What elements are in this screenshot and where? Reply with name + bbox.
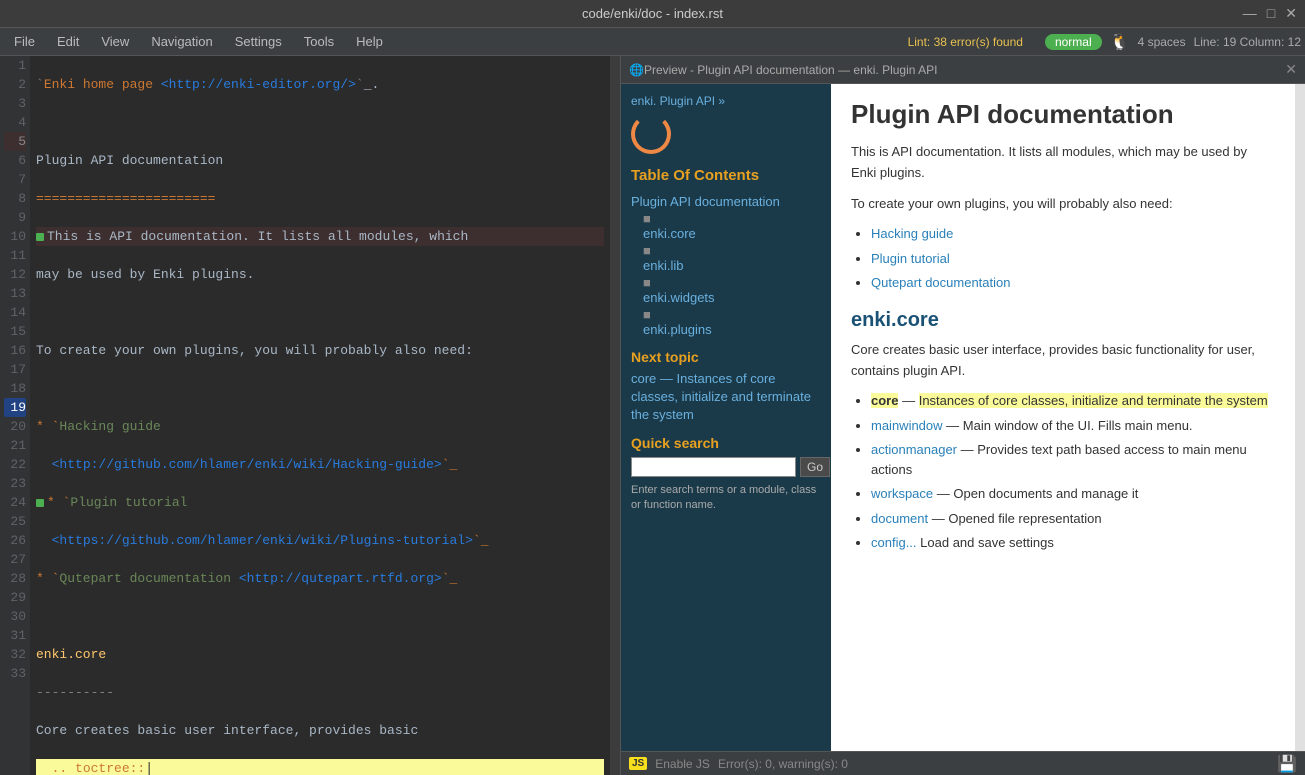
- doc-item-5-text: Load and save settings: [920, 535, 1054, 550]
- title-text: code/enki/doc - index.rst: [582, 6, 723, 21]
- mainwindow-link[interactable]: mainwindow: [871, 418, 943, 433]
- actionmanager-link[interactable]: actionmanager: [871, 442, 957, 457]
- doc-section-body: Core creates basic user interface, provi…: [851, 340, 1275, 382]
- preview-header: 🌐 Preview - Plugin API documentation — e…: [621, 56, 1305, 84]
- editor-scrollbar[interactable]: [610, 56, 620, 775]
- go-button[interactable]: Go: [800, 457, 830, 477]
- preview-pane: 🌐 Preview - Plugin API documentation — e…: [621, 56, 1305, 775]
- statusbar: JS Enable JS Error(s): 0, warning(s): 0 …: [621, 751, 1305, 775]
- core-highlight: core: [871, 393, 898, 408]
- editor-pane: 1234 5 6789 10111213 14151617 18 19 2021…: [0, 56, 620, 775]
- toc-sub-item-1[interactable]: enki.lib: [643, 258, 821, 273]
- toc-sidebar: enki. Plugin API » Table Of Contents Plu…: [621, 84, 831, 751]
- doc-intro: This is API documentation. It lists all …: [851, 142, 1275, 184]
- document-link[interactable]: document: [871, 511, 928, 526]
- enable-js-label: Enable JS: [655, 757, 710, 771]
- doc-item-3: workspace — Open documents and manage it: [871, 484, 1275, 504]
- doc-section-title: enki.core: [851, 309, 1275, 332]
- doc-items-list: core — Instances of core classes, initia…: [871, 391, 1275, 553]
- core-rest: Instances of core classes, initialize an…: [919, 393, 1268, 408]
- config-link[interactable]: config...: [871, 535, 917, 550]
- search-hint: Enter search terms or a module, class or…: [631, 483, 821, 514]
- doc-item-0: core — Instances of core classes, initia…: [871, 391, 1275, 411]
- save-icon[interactable]: 💾: [1277, 754, 1297, 774]
- menu-navigation[interactable]: Navigation: [141, 32, 222, 51]
- close-button[interactable]: ✕: [1285, 5, 1297, 22]
- doc-item-3-text: — Open documents and manage it: [937, 486, 1139, 501]
- next-topic-heading: Next topic: [631, 349, 821, 365]
- doc-item-4-text: — Opened file representation: [932, 511, 1102, 526]
- main-area: 1234 5 6789 10111213 14151617 18 19 2021…: [0, 56, 1305, 775]
- errors-label: Error(s): 0, warning(s): 0: [718, 757, 848, 771]
- minimize-button[interactable]: —: [1243, 5, 1257, 22]
- menu-file[interactable]: File: [4, 32, 45, 51]
- mode-badge: normal: [1045, 34, 1102, 50]
- menu-help[interactable]: Help: [346, 32, 393, 51]
- search-input[interactable]: [631, 457, 796, 477]
- menubar: File Edit View Navigation Settings Tools…: [0, 28, 1305, 56]
- doc-scrollbar[interactable]: [1295, 84, 1305, 751]
- toc-logo: [631, 114, 821, 157]
- spaces-info: 4 spaces: [1138, 35, 1186, 49]
- doc-link-0[interactable]: Hacking guide: [871, 226, 953, 241]
- doc-item-1-text: — Main window of the UI. Fills main menu…: [946, 418, 1192, 433]
- preview-content: enki. Plugin API » Table Of Contents Plu…: [621, 84, 1305, 751]
- doc-links-list: Hacking guide Plugin tutorial Qutepart d…: [871, 224, 1275, 293]
- code-area[interactable]: `Enki home page <http://enki-editor.org/…: [30, 56, 610, 775]
- toc-sub-item-3[interactable]: enki.plugins: [643, 322, 821, 337]
- line-numbers: 1234 5 6789 10111213 14151617 18 19 2021…: [0, 56, 30, 775]
- toc-list: Plugin API documentation ■enki.core ■enk…: [631, 194, 821, 337]
- doc-para2: To create your own plugins, you will pro…: [851, 194, 1275, 215]
- line-info: Line: 19 Column: 12: [1194, 35, 1301, 49]
- preview-close-button[interactable]: ✕: [1285, 61, 1297, 78]
- lint-status: Lint: 38 error(s) found: [908, 35, 1023, 49]
- doc-item-5: config... Load and save settings: [871, 533, 1275, 553]
- js-icon: JS: [629, 757, 647, 770]
- spinner-icon: [631, 114, 671, 154]
- preview-title: Preview - Plugin API documentation — enk…: [644, 63, 938, 77]
- menu-tools[interactable]: Tools: [294, 32, 344, 51]
- quick-search-title: Quick search: [631, 435, 821, 451]
- maximize-button[interactable]: □: [1267, 5, 1275, 22]
- doc-title: Plugin API documentation: [851, 99, 1275, 130]
- toc-main-link[interactable]: Plugin API documentation: [631, 194, 821, 209]
- core-dash: —: [902, 393, 919, 408]
- doc-item-2: actionmanager — Provides text path based…: [871, 440, 1275, 479]
- toc-sub-list: ■enki.core ■enki.lib ■enki.widgets ■enki…: [643, 211, 821, 337]
- doc-main: Plugin API documentation This is API doc…: [831, 84, 1295, 751]
- workspace-link[interactable]: workspace: [871, 486, 933, 501]
- menu-settings[interactable]: Settings: [225, 32, 292, 51]
- next-topic-link[interactable]: core — Instances of core classes, initia…: [631, 370, 821, 425]
- os-icon: 🐧: [1110, 32, 1130, 52]
- breadcrumb-link[interactable]: enki. Plugin API »: [631, 94, 725, 108]
- menu-edit[interactable]: Edit: [47, 32, 89, 51]
- toc-sub-item-2[interactable]: enki.widgets: [643, 290, 821, 305]
- toc-title: Table Of Contents: [631, 167, 821, 184]
- doc-item-1: mainwindow — Main window of the UI. Fill…: [871, 416, 1275, 436]
- titlebar: code/enki/doc - index.rst — □ ✕: [0, 0, 1305, 28]
- doc-item-4: document — Opened file representation: [871, 509, 1275, 529]
- doc-link-2[interactable]: Qutepart documentation: [871, 275, 1010, 290]
- toc-sub-item-0[interactable]: enki.core: [643, 226, 821, 241]
- menu-view[interactable]: View: [91, 32, 139, 51]
- breadcrumb: enki. Plugin API »: [631, 94, 821, 108]
- doc-link-1[interactable]: Plugin tutorial: [871, 251, 950, 266]
- search-row: Go: [631, 457, 821, 477]
- globe-icon: 🌐: [629, 63, 644, 77]
